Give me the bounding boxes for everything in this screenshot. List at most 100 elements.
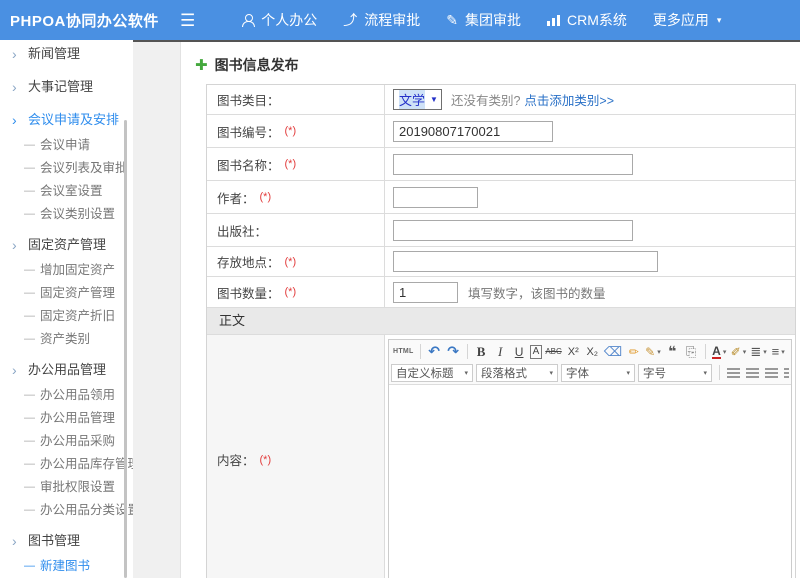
font-family-select[interactable]: 字体▾ (561, 364, 635, 382)
form-row-publisher: 出版社： (207, 214, 795, 247)
nav-personal-office[interactable]: 个人办公 (241, 10, 317, 30)
sidebar-scrollbar[interactable] (124, 120, 127, 578)
sidebar-item-meeting-category[interactable]: — 会议类别设置 (0, 203, 133, 226)
sidebar-item-label: 图书管理 (28, 533, 80, 548)
nav-label: 流程审批 (364, 10, 420, 30)
underline-icon[interactable]: U (511, 343, 528, 361)
sidebar-item-meeting-list[interactable]: —会议列表及审批 (0, 157, 133, 180)
nav-more-apps[interactable]: 更多应用 ▾ (653, 10, 722, 30)
sidebar-item-asset-add[interactable]: —增加固定资产 (0, 259, 133, 282)
required-mark: (*) (285, 125, 297, 137)
nav-crm-system[interactable]: CRM系统 (547, 10, 627, 30)
sidebar-item-approval-permission[interactable]: —审批权限设置 (0, 476, 133, 499)
nav-workflow-approval[interactable]: ⤴ 流程审批 (343, 10, 420, 30)
editor-toolbar-row-1: HTML ↶ ↷ B I U A A (391, 341, 789, 362)
align-right-icon[interactable] (763, 364, 780, 382)
redo-icon[interactable]: ↷ (445, 343, 462, 361)
html-source-button[interactable]: HTML (392, 343, 415, 361)
caret-down-icon: ▾ (626, 369, 630, 377)
field-label: 图书名称： (*) (207, 148, 385, 180)
blockquote-icon[interactable]: ❝ (664, 343, 681, 361)
font-size-select[interactable]: 字号▾ (638, 364, 712, 382)
sidebar-item-supplies-category[interactable]: —办公用品分类设置 (0, 499, 133, 522)
sidebar-item-label: 新闻管理 (28, 46, 80, 61)
align-justify-icon[interactable] (782, 364, 789, 382)
sidebar-group-meetings[interactable]: ›会议申请及安排 (0, 106, 133, 134)
form-row-content: 内容： (*) HTML ↶ ↷ (207, 335, 795, 578)
sidebar-item-label: 会议申请及安排 (28, 112, 119, 127)
book-number-input[interactable] (393, 121, 553, 142)
dash-icon: — (24, 157, 35, 180)
sidebar-item-label: 会议类别设置 (40, 207, 115, 221)
category-select[interactable]: 文学 ▼ (393, 89, 442, 110)
caret-down-icon: ▾ (723, 348, 727, 356)
location-input[interactable] (393, 251, 658, 272)
sidebar-group-assets[interactable]: ›固定资产管理 (0, 231, 133, 259)
category-hint: 还没有类别? (451, 90, 520, 109)
sidebar-item-supplies-purchase[interactable]: —办公用品采购 (0, 430, 133, 453)
author-input[interactable] (393, 187, 478, 208)
page-title-text: 图书信息发布 (215, 55, 299, 75)
required-mark: (*) (285, 158, 297, 170)
undo-icon[interactable]: ↶ (426, 343, 443, 361)
toolbar-separator (467, 344, 468, 359)
align-left-icon[interactable] (725, 364, 742, 382)
quantity-note: 填写数字，该图书的数量 (468, 283, 606, 302)
form-row-quantity: 图书数量： (*) 填写数字，该图书的数量 (207, 277, 795, 308)
bold-icon[interactable]: B (473, 343, 490, 361)
superscript-icon[interactable]: X² (565, 343, 582, 361)
dash-icon: — (24, 407, 35, 430)
sidebar-group-books[interactable]: › 图书管理 (0, 527, 133, 555)
align-center-icon[interactable] (744, 364, 761, 382)
chevron-right-icon: › (12, 356, 17, 384)
sidebar-item-meeting-room[interactable]: —会议室设置 (0, 180, 133, 203)
form-row-location: 存放地点： (*) (207, 247, 795, 277)
edit-icon: ✎ (446, 13, 458, 27)
publisher-input[interactable] (393, 220, 633, 241)
font-border-icon[interactable]: A (530, 345, 543, 359)
highlight-color-icon[interactable]: ✐▾ (730, 343, 748, 361)
subscript-icon[interactable]: X₂ (584, 343, 601, 361)
content-panel: ✚ 图书信息发布 图书类目： 文学 ▼ 还没有类别? (180, 42, 800, 578)
format-clean-icon[interactable]: ✏ (625, 343, 642, 361)
field-label: 图书数量： (*) (207, 277, 385, 307)
editor-content-area[interactable] (389, 385, 791, 578)
sidebar-item-label: 固定资产折旧 (40, 309, 115, 323)
app-window: PHPOA协同办公软件 ☰ 个人办公 ⤴ 流程审批 ✎ 集团审批 CRM系统 更… (0, 0, 800, 578)
paste-icon[interactable]: ⎘ (683, 343, 700, 361)
sidebar-item-asset-category[interactable]: —资产类别 (0, 328, 133, 351)
book-name-input[interactable] (393, 154, 633, 175)
sidebar-group-events[interactable]: ›大事记管理 (0, 73, 133, 101)
custom-title-select[interactable]: 自定义标题▾ (391, 364, 473, 382)
add-category-link[interactable]: 点击添加类别>> (524, 90, 614, 109)
chevron-right-icon: › (12, 231, 17, 259)
sidebar-group-supplies[interactable]: ›办公用品管理 (0, 356, 133, 384)
quantity-input[interactable] (393, 282, 458, 303)
unordered-list-icon[interactable]: ≡▾ (770, 343, 787, 361)
sidebar-item-asset-depreciation[interactable]: —固定资产折旧 (0, 305, 133, 328)
sidebar-group-news[interactable]: ›新闻管理 (0, 40, 133, 68)
chevron-right-icon: › (12, 527, 17, 555)
strikethrough-icon[interactable]: ABC (544, 343, 562, 361)
paragraph-format-select[interactable]: 段落格式▾ (476, 364, 558, 382)
ordered-list-icon[interactable]: ≣▾ (749, 343, 767, 361)
caret-down-icon: ▾ (703, 369, 707, 377)
font-color-icon[interactable]: A▾ (711, 343, 728, 361)
nav-group-approval[interactable]: ✎ 集团审批 (446, 10, 521, 30)
field-label: 作者： (*) (207, 181, 385, 213)
form-row-category: 图书类目： 文学 ▼ 还没有类别? 点击添加类别>> (207, 85, 795, 115)
menu-toggle-icon[interactable]: ☰ (180, 12, 195, 29)
add-icon: ✚ (195, 56, 208, 74)
dash-icon: — (24, 453, 35, 476)
sidebar-item-meeting-apply[interactable]: —会议申请 (0, 134, 133, 157)
sidebar-item-book-new[interactable]: —新建图书 (0, 555, 133, 578)
sidebar-item-supplies-claim[interactable]: —办公用品领用 (0, 384, 133, 407)
caret-down-icon: ▾ (717, 15, 722, 26)
italic-icon[interactable]: I (492, 343, 509, 361)
eraser-icon[interactable]: ⌫ (603, 343, 623, 361)
sidebar-item-asset-manage[interactable]: —固定资产管理 (0, 282, 133, 305)
format-painter-icon[interactable]: ✎▾ (644, 343, 662, 361)
dash-icon: — (24, 203, 35, 226)
sidebar-item-supplies-stock[interactable]: —办公用品库存管理 (0, 453, 133, 476)
sidebar-item-supplies-manage[interactable]: —办公用品管理 (0, 407, 133, 430)
